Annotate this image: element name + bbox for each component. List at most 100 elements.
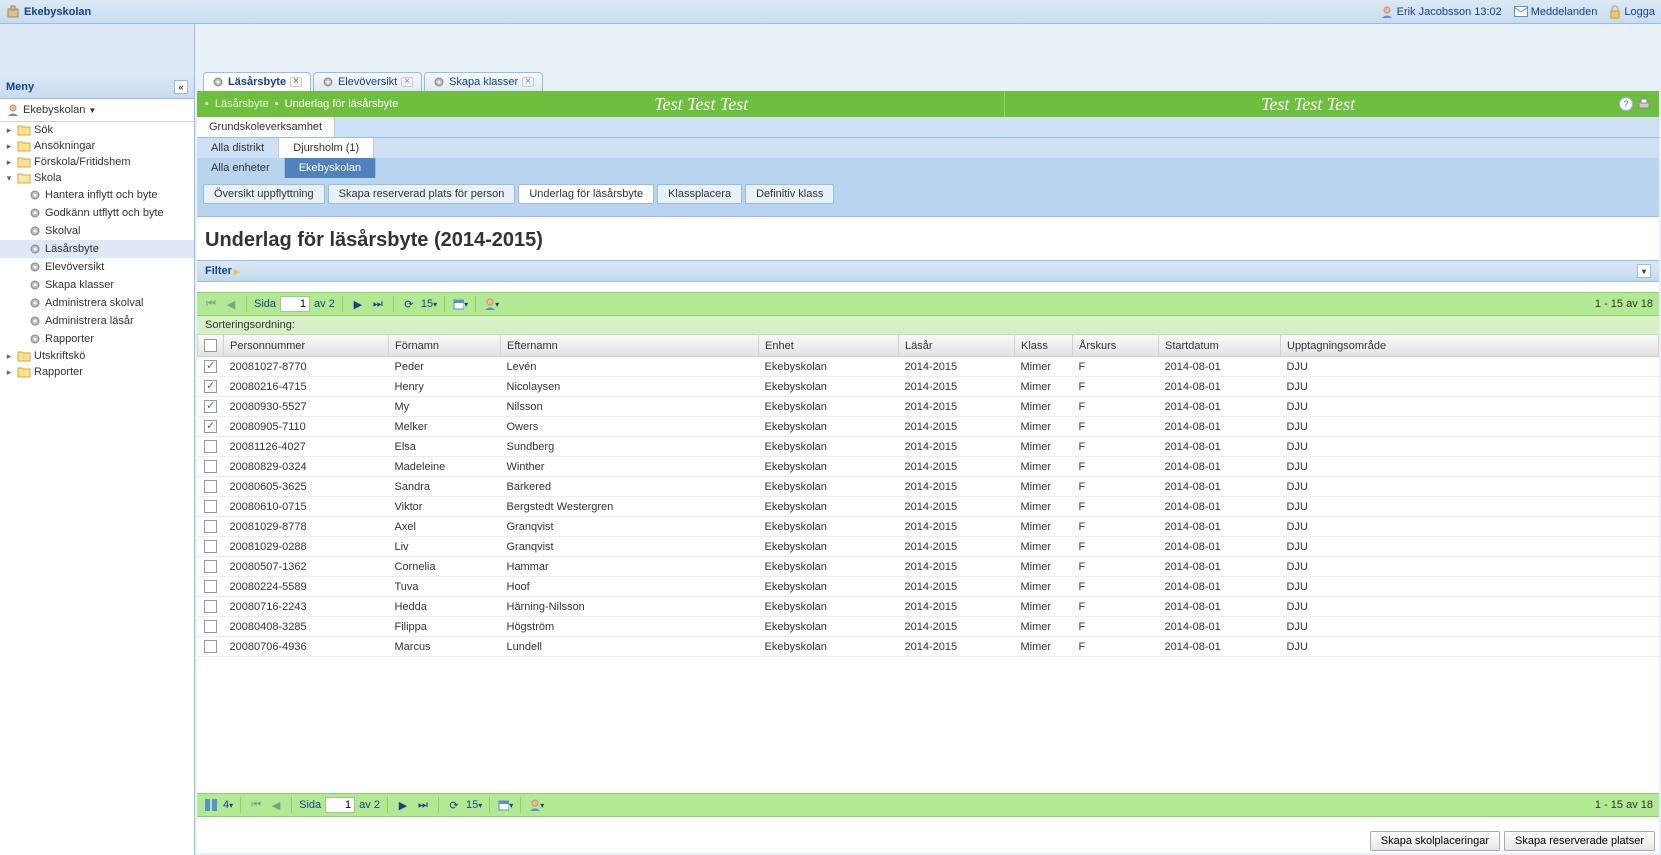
tree-item[interactable]: ▸Förskola/Fritidshem: [0, 154, 194, 170]
table-row[interactable]: 20080930-5527MyNilssonEkebyskolan2014-20…: [198, 397, 1659, 417]
sidebar-org-selector[interactable]: Ekebyskolan ▼: [0, 99, 194, 122]
page-input[interactable]: [325, 797, 355, 813]
tree-item[interactable]: Skolval: [0, 222, 194, 240]
last-page-button[interactable]: ⏭: [415, 797, 431, 813]
expand-icon[interactable]: ▸: [4, 125, 14, 135]
select-all-checkbox[interactable]: [204, 339, 217, 352]
collapse-icon[interactable]: ▾: [4, 173, 14, 183]
next-page-button[interactable]: ▶: [395, 797, 411, 813]
prev-page-button[interactable]: ◀: [223, 296, 239, 312]
row-checkbox[interactable]: [204, 400, 217, 413]
first-page-button[interactable]: ⏮: [248, 797, 264, 813]
table-row[interactable]: 20080829-0324MadeleineWintherEkebyskolan…: [198, 457, 1659, 477]
expand-icon[interactable]: ▸: [4, 141, 14, 151]
expand-icon[interactable]: ▸: [4, 367, 14, 377]
pagesize-selector[interactable]: 15▾: [421, 298, 437, 310]
table-row[interactable]: 20080507-1362CorneliaHammarEkebyskolan20…: [198, 557, 1659, 577]
tree-item[interactable]: ▸Rapporter: [0, 364, 194, 380]
row-checkbox[interactable]: [204, 440, 217, 453]
enhet-tab[interactable]: Alla enheter: [197, 158, 285, 178]
next-page-button[interactable]: ▶: [350, 296, 366, 312]
main-tab[interactable]: Skapa klasser×: [424, 72, 543, 91]
row-checkbox[interactable]: [204, 360, 217, 373]
column-header[interactable]: Efternamn: [501, 335, 759, 357]
row-checkbox[interactable]: [204, 620, 217, 633]
tree-item[interactable]: Administrera läsår: [0, 312, 194, 330]
action-tab[interactable]: Underlag för läsårsbyte: [518, 184, 654, 204]
row-checkbox[interactable]: [204, 380, 217, 393]
main-tab[interactable]: Elevöversikt×: [313, 72, 422, 91]
action-tab[interactable]: Definitiv klass: [745, 184, 834, 204]
row-checkbox[interactable]: [204, 420, 217, 433]
tab-close-button[interactable]: ×: [401, 77, 413, 87]
help-button[interactable]: ?: [1619, 97, 1633, 111]
column-header[interactable]: Läsår: [899, 335, 1015, 357]
verksamhet-tab[interactable]: Grundskoleverksamhet: [197, 117, 335, 137]
row-checkbox[interactable]: [204, 640, 217, 653]
action-tab[interactable]: Klassplacera: [657, 184, 742, 204]
page-input[interactable]: [280, 296, 310, 312]
action-tab[interactable]: Skapa reserverad plats för person: [328, 184, 516, 204]
column-header[interactable]: Startdatum: [1159, 335, 1281, 357]
filter-bar[interactable]: Filter ▸ ▾: [197, 260, 1659, 282]
distrikt-tab[interactable]: Djursholm (1): [279, 138, 374, 158]
row-checkbox[interactable]: [204, 520, 217, 533]
breadcrumb-root[interactable]: Läsårsbyte: [215, 98, 269, 110]
distrikt-tab[interactable]: Alla distrikt: [197, 138, 279, 158]
table-row[interactable]: 20081027-8770PederLevénEkebyskolan2014-2…: [198, 357, 1659, 377]
prev-page-button[interactable]: ◀: [268, 797, 284, 813]
column-header[interactable]: [198, 335, 224, 357]
row-checkbox[interactable]: [204, 480, 217, 493]
tree-item[interactable]: Godkänn utflytt och byte: [0, 204, 194, 222]
table-row[interactable]: 20080605-3625SandraBarkeredEkebyskolan20…: [198, 477, 1659, 497]
column-header[interactable]: Årskurs: [1073, 335, 1159, 357]
row-checkbox[interactable]: [204, 560, 217, 573]
export-button[interactable]: ▾: [452, 296, 468, 312]
enhet-tab[interactable]: Ekebyskolan: [285, 158, 376, 178]
column-header[interactable]: Förnamn: [389, 335, 501, 357]
logout-link[interactable]: Logga: [1609, 5, 1655, 19]
table-row[interactable]: 20081029-0288LivGranqvistEkebyskolan2014…: [198, 537, 1659, 557]
export-button[interactable]: ▾: [497, 797, 513, 813]
table-row[interactable]: 20080716-2243HeddaHärning-NilssonEkebysk…: [198, 597, 1659, 617]
column-header[interactable]: Enhet: [759, 335, 899, 357]
table-row[interactable]: 20080610-0715ViktorBergstedt WestergrenE…: [198, 497, 1659, 517]
tab-close-button[interactable]: ×: [290, 77, 302, 87]
row-checkbox[interactable]: [204, 500, 217, 513]
table-row[interactable]: 20080408-3285FilippaHögströmEkebyskolan2…: [198, 617, 1659, 637]
main-tab[interactable]: Läsårsbyte×: [203, 72, 311, 91]
user-menu[interactable]: Erik Jacobsson 13:02: [1380, 5, 1502, 19]
tree-item[interactable]: Skapa klasser: [0, 276, 194, 294]
table-row[interactable]: 20081029-8778AxelGranqvistEkebyskolan201…: [198, 517, 1659, 537]
tree-item[interactable]: Hantera inflytt och byte: [0, 186, 194, 204]
refresh-button[interactable]: ⟳: [401, 296, 417, 312]
tree-item[interactable]: Administrera skolval: [0, 294, 194, 312]
expand-icon[interactable]: ▸: [4, 351, 14, 361]
refresh-button[interactable]: ⟳: [446, 797, 462, 813]
column-header[interactable]: Personnummer: [224, 335, 389, 357]
action-tab[interactable]: Översikt uppflyttning: [203, 184, 325, 204]
tree-item[interactable]: ▸Ansökningar: [0, 138, 194, 154]
last-page-button[interactable]: ⏭: [370, 296, 386, 312]
tab-close-button[interactable]: ×: [522, 77, 534, 87]
messages-link[interactable]: Meddelanden: [1514, 6, 1598, 18]
table-row[interactable]: 20080216-4715HenryNicolaysenEkebyskolan2…: [198, 377, 1659, 397]
table-row[interactable]: 20080706-4936MarcusLundellEkebyskolan201…: [198, 637, 1659, 657]
create-reserved-button[interactable]: Skapa reserverade platser: [1504, 831, 1655, 851]
tree-item[interactable]: Läsårsbyte: [0, 240, 194, 258]
column-header[interactable]: Klass: [1015, 335, 1073, 357]
row-checkbox[interactable]: [204, 540, 217, 553]
table-row[interactable]: 20081126-4027ElsaSundbergEkebyskolan2014…: [198, 437, 1659, 457]
user-action-button[interactable]: ▾: [483, 296, 499, 312]
column-selector[interactable]: 4▾: [223, 799, 233, 811]
expand-icon[interactable]: ▸: [4, 157, 14, 167]
tree-item[interactable]: ▾Skola: [0, 170, 194, 186]
row-checkbox[interactable]: [204, 600, 217, 613]
first-page-button[interactable]: ⏮: [203, 296, 219, 312]
column-header[interactable]: Upptagningsområde: [1281, 335, 1659, 357]
user-action-button[interactable]: ▾: [528, 797, 544, 813]
columns-button[interactable]: [203, 797, 219, 813]
create-placements-button[interactable]: Skapa skolplaceringar: [1370, 831, 1500, 851]
tree-item[interactable]: Elevöversikt: [0, 258, 194, 276]
sidebar-collapse-button[interactable]: «: [174, 80, 188, 94]
